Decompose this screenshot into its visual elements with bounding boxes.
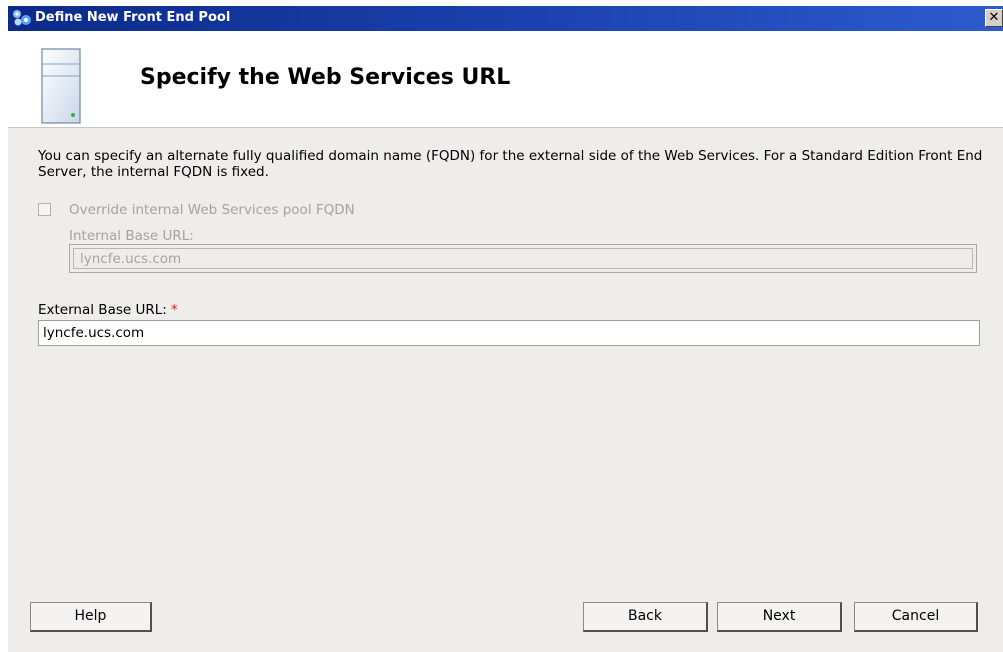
internal-base-url-label: Internal Base URL: [69, 228, 194, 244]
close-button[interactable]: ✕ [985, 9, 1003, 27]
external-base-url-field[interactable]: lyncfe.ucs.com [38, 320, 980, 346]
page-title: Specify the Web Services URL [140, 65, 511, 90]
back-button[interactable]: Back [583, 602, 708, 632]
close-icon: ✕ [988, 10, 1000, 25]
internal-base-url-field: lyncfe.ucs.com [69, 244, 977, 273]
override-fqdn-checkbox[interactable] [38, 203, 51, 216]
help-button[interactable]: Help [30, 602, 152, 632]
wizard-dialog: Define New Front End Pool ✕ Specify the … [8, 6, 1003, 652]
internal-base-url-inner-border [73, 248, 973, 269]
app-icon [11, 8, 33, 28]
header-divider [8, 127, 1003, 128]
internal-base-url-value: lyncfe.ucs.com [80, 251, 182, 267]
title-bar: Define New Front End Pool ✕ [8, 6, 1003, 31]
cancel-button[interactable]: Cancel [854, 602, 978, 632]
next-button[interactable]: Next [717, 602, 842, 632]
external-base-url-label-text: External Base URL: [38, 302, 167, 318]
external-base-url-label: External Base URL: * [38, 302, 178, 318]
server-icon [34, 48, 92, 128]
wizard-header: Specify the Web Services URL [8, 31, 1003, 128]
window-title: Define New Front End Pool [35, 10, 231, 25]
external-base-url-value[interactable]: lyncfe.ucs.com [43, 325, 144, 341]
description-text: You can specify an alternate fully quali… [38, 148, 983, 180]
required-marker: * [170, 302, 178, 318]
override-fqdn-label: Override internal Web Services pool FQDN [69, 202, 355, 218]
